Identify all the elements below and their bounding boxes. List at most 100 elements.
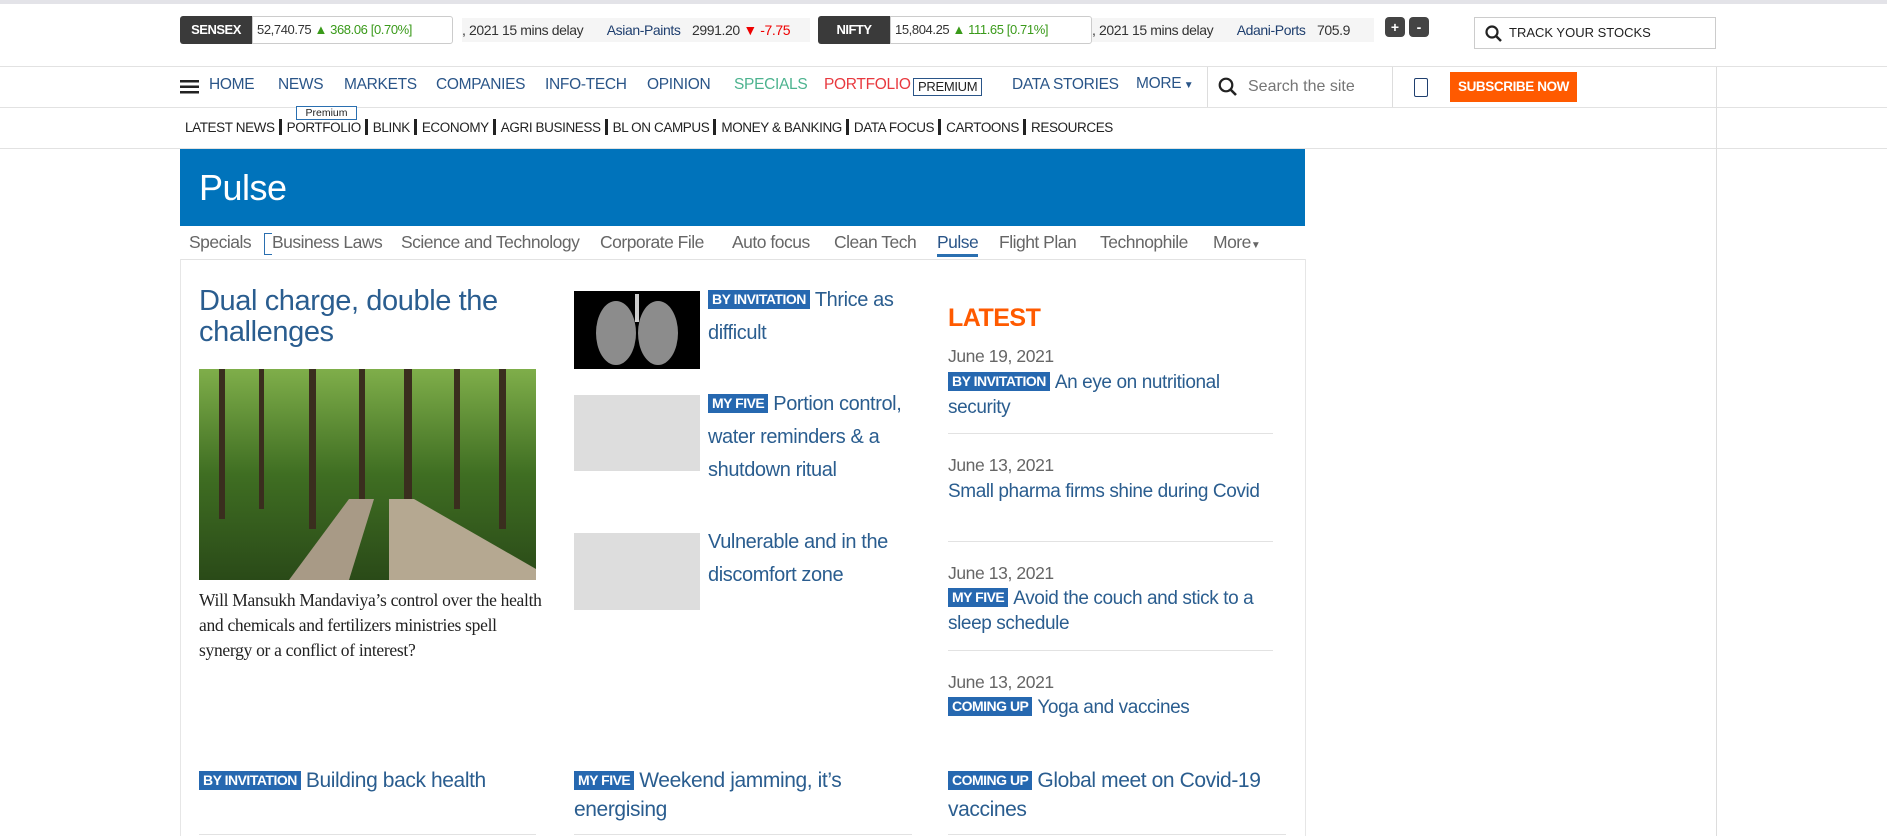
story-vulnerable[interactable]: Vulnerable and in the discomfort zone [708,526,918,592]
content-border [1305,259,1306,836]
tab-specials[interactable]: Specials [189,232,252,253]
tab-pulse[interactable]: Pulse [937,232,979,257]
divider [180,259,1305,260]
subnav-item[interactable]: DATA FOCUS [854,120,935,135]
nifty-label[interactable]: NIFTY [818,16,890,44]
sensex-index: 52,740.75 [257,22,312,37]
nav-more-label: MORE [1136,75,1182,92]
story-badge: COMING UP [948,771,1033,790]
sensex-label[interactable]: SENSEX [180,16,252,44]
caret-down-icon: ▼ [1250,240,1261,251]
track-stocks-button[interactable]: TRACK YOUR STOCKS [1474,17,1716,49]
hamburger-menu-icon[interactable] [180,80,199,94]
lungs-thumbnail[interactable] [574,291,700,369]
stock-price: 705.9 [1316,22,1350,38]
subnav-item[interactable]: PORTFOLIO [287,120,362,135]
subnav-item[interactable]: ECONOMY [422,120,489,135]
subnav-item[interactable]: BLINK [373,120,410,135]
zoom-in-button[interactable]: + [1385,17,1405,37]
bottom-story[interactable]: COMING UP Global meet on Covid-19 vaccine… [948,766,1283,824]
nifty-change: 111.65 [968,22,1004,37]
story-badge: MY FIVE [574,771,635,790]
subnav-item[interactable]: BL ON CAMPUS [613,120,710,135]
nav-companies[interactable]: COMPANIES [436,76,525,94]
separator [845,119,849,135]
stock-name: Adani-Ports [1236,22,1306,38]
section-title: Pulse [199,167,287,208]
focus-marker [264,233,272,255]
search-input[interactable] [1248,75,1383,99]
nav-opinion[interactable]: OPINION [647,76,711,94]
nifty-index: 15,804.25 [895,22,950,37]
zoom-out-button[interactable]: - [1409,17,1429,37]
subnav-item[interactable]: CARTOONS [946,120,1019,135]
stock-change: -7.75 [760,22,791,38]
story-title: Building back health [305,769,486,792]
divider [1207,67,1208,107]
sensex-value[interactable]: 52,740.75 ▲ 368.06 [0.70%] [252,16,453,44]
divider [0,66,1887,67]
tab-auto-focus[interactable]: Auto focus [732,232,810,253]
premium-tag: Premium [296,106,357,120]
nifty-value[interactable]: 15,804.25 ▲ 111.65 [0.71%] [890,16,1092,44]
divider [948,433,1273,434]
story-title: Vulnerable and in the discomfort zone [708,531,888,586]
divider [0,107,1887,108]
separator [278,119,282,135]
search-icon [1485,25,1502,42]
latest-story[interactable]: Small pharma firms shine during Covid [948,479,1268,504]
latest-story[interactable]: COMING UP Yoga and vaccines [948,695,1278,720]
nav-info-tech[interactable]: INFO-TECH [545,76,627,94]
nav-news[interactable]: NEWS [278,76,324,94]
track-stocks-label: TRACK YOUR STOCKS [1509,25,1651,40]
divider [948,541,1273,542]
bottom-story[interactable]: BY INVITATION Building back health [199,766,544,795]
nav-home[interactable]: HOME [209,76,255,94]
search-icon[interactable] [1218,77,1237,97]
stock-name: Asian-Paints [606,22,681,38]
tab-flight-plan[interactable]: Flight Plan [999,232,1077,253]
latest-story[interactable]: BY INVITATION An eye on nutritional secur… [948,370,1278,420]
nav-portfolio[interactable]: PORTFOLIO [824,76,911,94]
lead-summary: Will Mansukh Mandaviya’s control over th… [199,590,542,660]
checkbox[interactable] [1414,78,1428,97]
tab-more[interactable]: More▼ [1213,232,1261,253]
story-title: Yoga and vaccines [1037,697,1190,718]
nav-specials[interactable]: SPECIALS [734,76,808,94]
separator [364,119,368,135]
nifty-ticker-scroll[interactable]: , 2021 15 mins delay Adani-Ports 705.9 [1092,18,1374,42]
story-portion-control[interactable]: MY FIVE Portion control, water reminders … [574,388,914,487]
lead-image[interactable] [199,369,536,580]
float-spacer [574,388,708,487]
tab-clean-tech[interactable]: Clean Tech [834,232,917,253]
bottom-story[interactable]: MY FIVE Weekend jamming, it’s energising [574,766,914,824]
latest-heading: LATEST [948,304,1041,332]
subscribe-button[interactable]: SUBSCRIBE NOW [1450,72,1577,102]
latest-story[interactable]: MY FIVE Avoid the couch and stick to a sl… [948,586,1278,636]
premium-badge[interactable]: PREMIUM [913,78,983,96]
nav-more[interactable]: MORE ▼ [1136,75,1194,93]
story-date: June 19, 2021 [948,346,1054,366]
tab-technophile[interactable]: Technophile [1100,232,1188,253]
nav-data-stories[interactable]: DATA STORIES [1012,76,1119,94]
nifty-percent: [0.71%] [1006,22,1049,37]
subnav-item[interactable]: RESOURCES [1031,120,1113,135]
subnav-item[interactable]: AGRI BUSINESS [501,120,601,135]
sensex-ticker-scroll[interactable]: , 2021 15 mins delay Asian-Paints 2991.2… [462,18,810,42]
nav-markets[interactable]: MARKETS [344,76,417,94]
tab-corporate-file[interactable]: Corporate File [600,232,704,253]
divider [1392,67,1393,107]
up-arrow-icon: ▲ [314,22,327,37]
tab-business-laws[interactable]: Business Laws [272,232,383,253]
divider [199,834,536,835]
subnav-item[interactable]: MONEY & BANKING [721,120,842,135]
tab-science-technology[interactable]: Science and Technology [401,232,580,253]
story-thrice-as-difficult[interactable]: BY INVITATION Thrice as difficult [708,284,918,350]
story-thumbnail-placeholder[interactable] [574,533,700,610]
separator [604,119,608,135]
story-title: Small pharma firms shine during Covid [948,481,1260,502]
subnav-item[interactable]: LATEST NEWS [185,120,275,135]
delay-text: , 2021 15 mins delay [462,22,584,38]
up-arrow-icon: ▲ [952,22,965,37]
lead-headline[interactable]: Dual charge, double the challenges [199,286,544,348]
